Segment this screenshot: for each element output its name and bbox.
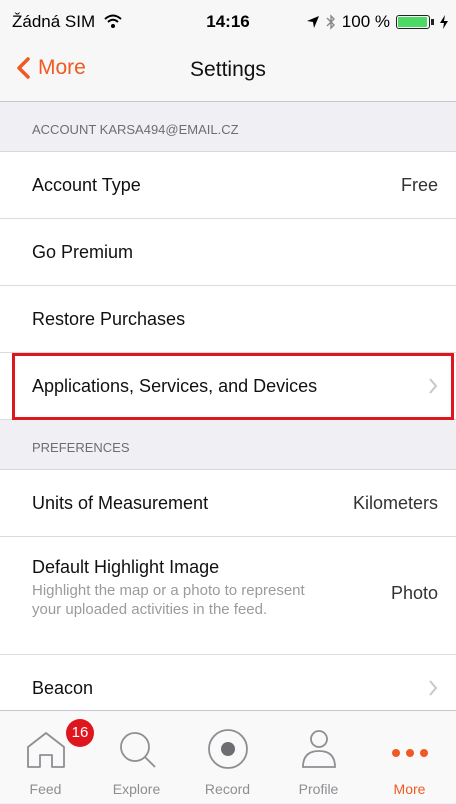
bluetooth-icon xyxy=(326,14,335,30)
more-dots-icon xyxy=(392,749,428,757)
record-icon xyxy=(208,729,248,769)
location-arrow-icon xyxy=(306,16,319,28)
account-type-row[interactable]: Account Type Free xyxy=(0,152,456,219)
tab-more-label: More xyxy=(393,781,426,797)
units-label: Units of Measurement xyxy=(32,492,209,513)
tab-explore-label: Explore xyxy=(112,781,161,797)
settings-list[interactable]: ACCOUNT KARSA494@EMAIL.CZ Account Type F… xyxy=(0,102,456,710)
tab-record[interactable]: Record xyxy=(182,711,273,804)
highlight-value: Photo xyxy=(390,583,438,603)
applications-services-devices-row[interactable]: Applications, Services, and Devices xyxy=(0,353,456,420)
preferences-section-header: PREFERENCES xyxy=(0,420,456,470)
highlight-image-row[interactable]: Default Highlight Image Highlight the ma… xyxy=(0,537,456,655)
tab-profile-label: Profile xyxy=(298,781,339,797)
go-premium-label: Go Premium xyxy=(32,241,134,262)
charging-bolt-icon xyxy=(440,15,448,29)
account-section-header: ACCOUNT KARSA494@EMAIL.CZ xyxy=(0,102,456,152)
tab-bar: 16 Feed Explore Record Profile More xyxy=(0,710,456,803)
tab-explore[interactable]: Explore xyxy=(91,711,182,804)
beacon-label: Beacon xyxy=(32,677,94,698)
tab-record-label: Record xyxy=(204,781,251,797)
tab-profile[interactable]: Profile xyxy=(273,711,364,804)
chevron-right-icon xyxy=(429,378,438,394)
battery-icon xyxy=(396,15,430,29)
units-value: Kilometers xyxy=(352,492,438,513)
page-title: Settings xyxy=(190,58,266,81)
battery-tip xyxy=(431,19,434,25)
restore-purchases-label: Restore Purchases xyxy=(32,308,186,329)
battery-fill xyxy=(398,17,427,27)
highlight-text-group: Default Highlight Image Highlight the ma… xyxy=(32,557,438,619)
feed-badge: 16 xyxy=(66,719,94,747)
units-row[interactable]: Units of Measurement Kilometers xyxy=(0,470,456,537)
status-bar: Žádná SIM 14:16 100 % xyxy=(0,0,456,40)
search-icon xyxy=(120,732,156,768)
go-premium-row[interactable]: Go Premium xyxy=(0,219,456,286)
profile-icon xyxy=(302,730,336,768)
account-type-value: Free xyxy=(400,174,438,195)
tab-feed-label: Feed xyxy=(29,781,62,797)
highlight-description: Highlight the map or a photo to represen… xyxy=(32,582,305,618)
navigation-bar: More Settings xyxy=(0,40,456,102)
applications-label: Applications, Services, and Devices xyxy=(32,375,318,396)
tab-feed[interactable]: 16 Feed xyxy=(0,711,94,804)
battery-percent: 100 % xyxy=(341,12,390,31)
chevron-right-icon xyxy=(429,680,438,696)
tab-more[interactable]: More xyxy=(364,711,455,804)
beacon-row[interactable]: Beacon xyxy=(0,655,456,710)
highlight-label: Default Highlight Image xyxy=(32,557,220,577)
account-type-label: Account Type xyxy=(32,174,141,195)
status-right: 100 % xyxy=(306,12,448,32)
restore-purchases-row[interactable]: Restore Purchases xyxy=(0,286,456,353)
home-icon xyxy=(27,732,65,768)
